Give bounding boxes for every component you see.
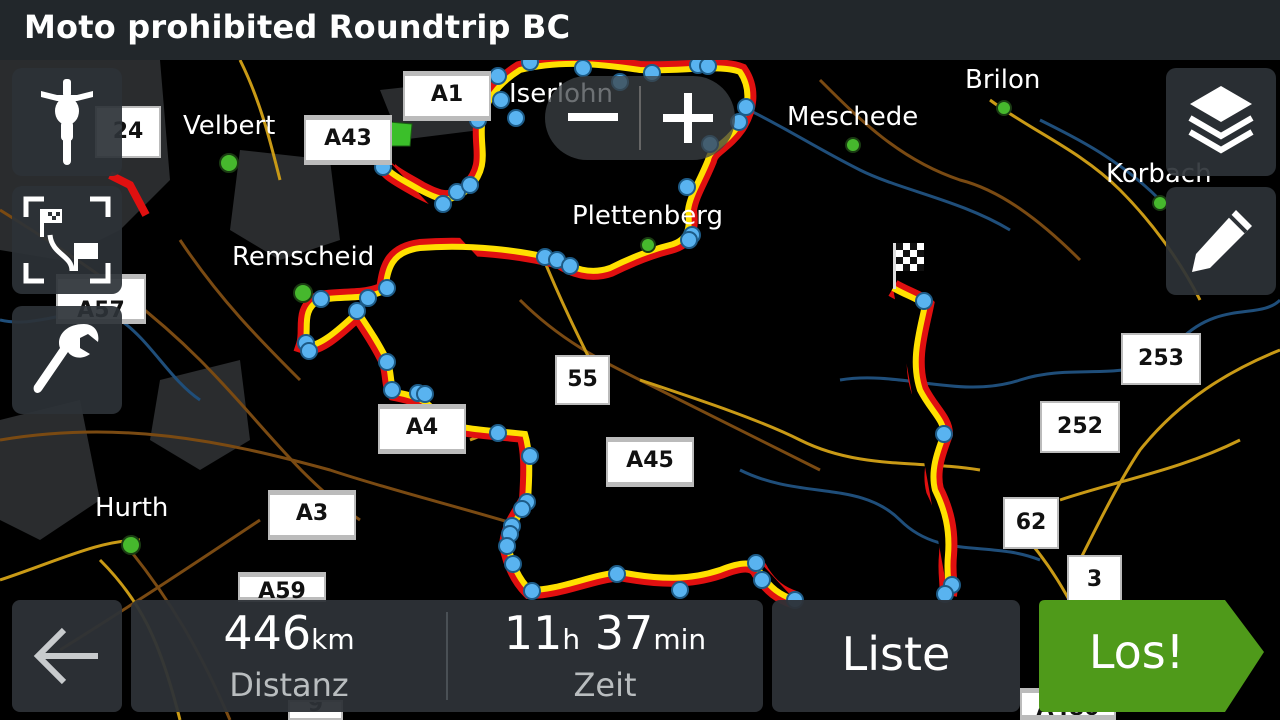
minus-icon (567, 113, 618, 121)
go-button-label: Los! (1088, 625, 1185, 679)
plus-icon (662, 93, 713, 143)
vehicle-motorcycle-button[interactable] (12, 68, 122, 176)
distance-value: 446 (223, 606, 312, 660)
city-dot (121, 535, 141, 555)
road-shield-a3: A3 (268, 490, 356, 540)
settings-button[interactable] (12, 306, 122, 414)
route-overview-button[interactable] (12, 186, 122, 294)
city-dot (996, 100, 1012, 116)
city-dot (293, 283, 313, 303)
list-button[interactable]: Liste (772, 600, 1020, 712)
map-layers-button[interactable] (1166, 68, 1276, 176)
time-min-unit: min (653, 623, 707, 656)
distance-stat: 446km Distanz (131, 600, 447, 712)
time-minutes: 37 (594, 606, 654, 660)
edit-route-button[interactable] (1166, 187, 1276, 295)
road-shield-a59: A59 (238, 572, 326, 604)
city-hurth: Hurth (95, 493, 169, 523)
city-brilon: Brilon (965, 65, 1041, 95)
city-dot (845, 137, 861, 153)
city-dot (640, 237, 656, 253)
road-shield-a1: A1 (403, 71, 491, 121)
road-shield-62: 62 (1003, 497, 1059, 549)
city-dot (219, 153, 239, 173)
arrow-left-icon (33, 627, 98, 685)
road-shield-252: 252 (1040, 401, 1120, 453)
distance-unit: km (311, 623, 355, 656)
route-title: Moto prohibited Roundtrip BC (24, 8, 571, 46)
city-plettenberg: Plettenberg (572, 201, 723, 231)
time-h-unit: h (562, 623, 581, 656)
pencil-icon (1192, 210, 1252, 272)
wrench-icon (33, 324, 99, 393)
distance-label: Distanz (229, 666, 349, 704)
time-stat: 11h 37min Zeit (447, 600, 763, 712)
road-shield-a43: A43 (304, 115, 392, 165)
road-shield-55: 55 (555, 355, 610, 405)
time-hours: 11 (503, 606, 563, 660)
city-remscheid: Remscheid (232, 242, 375, 272)
layers-icon (1188, 86, 1254, 154)
route-summary: 446km Distanz 11h 37min Zeit (131, 600, 763, 712)
route-overview-icon (23, 196, 111, 284)
title-bar: Moto prohibited Roundtrip BC (0, 0, 1280, 60)
city-meschede: Meschede (787, 102, 919, 132)
city-velbert: Velbert (183, 111, 276, 141)
go-button[interactable]: Los! (1039, 600, 1264, 712)
zoom-out-button[interactable] (545, 76, 640, 160)
zoom-in-button[interactable] (640, 76, 735, 160)
motorcycle-icon (41, 79, 93, 165)
zoom-control (545, 76, 735, 160)
road-shield-253: 253 (1121, 333, 1201, 385)
time-label: Zeit (573, 666, 637, 704)
back-button[interactable] (12, 600, 122, 712)
road-shield-a4: A4 (378, 404, 466, 454)
road-shield-a45: A45 (606, 437, 694, 487)
road-shield-3: 3 (1067, 555, 1122, 605)
